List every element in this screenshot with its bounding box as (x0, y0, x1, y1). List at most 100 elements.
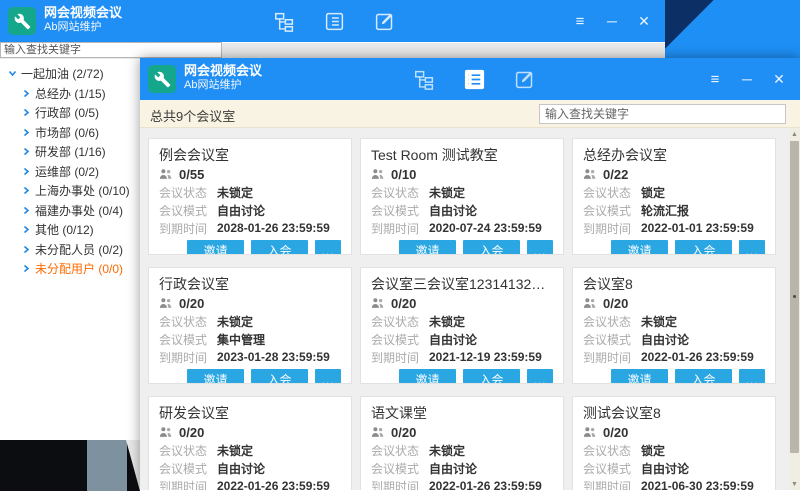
scrollbar-grip (793, 295, 796, 298)
tree-item-2[interactable]: 行政部 (0/5) (0, 103, 140, 123)
join-button[interactable]: 入会 (251, 369, 308, 384)
org-chart-icon[interactable] (272, 9, 296, 33)
more-button[interactable]: ... (315, 240, 341, 255)
minimize-icon[interactable]: ─ (601, 10, 623, 32)
tree-item-label: 研发部 (1/16) (35, 143, 106, 160)
status-value: 锁定 (641, 442, 665, 459)
org-chart-icon[interactable] (412, 67, 436, 91)
tree-item-3[interactable]: 市场部 (0/6) (0, 123, 140, 143)
tree-item-label: 总经办 (1/15) (35, 85, 106, 102)
menu-icon[interactable]: ≡ (569, 10, 591, 32)
invite-button[interactable]: 邀请 (399, 240, 456, 255)
join-button[interactable]: 入会 (463, 240, 520, 255)
wrench-icon (148, 65, 176, 93)
tree-item-0[interactable]: 一起加油 (2/72) (0, 64, 140, 84)
close-icon[interactable]: ✕ (633, 10, 655, 32)
status-label: 会议状态 (159, 442, 217, 459)
people-icon (371, 168, 385, 180)
chevron-right-icon[interactable] (19, 147, 33, 156)
more-button[interactable]: ... (527, 240, 553, 255)
close-icon[interactable]: ✕ (768, 68, 790, 90)
tree-item-label: 运维部 (0/2) (35, 163, 99, 180)
expires-value: 2023-01-28 23:59:59 (217, 350, 330, 364)
chevron-right-icon[interactable] (19, 108, 33, 117)
tree-item-8[interactable]: 其他 (0/12) (0, 220, 140, 240)
room-name: 会议室8 (583, 275, 765, 294)
background-titlebar: 网会视频会议 Ab网站维护 ≡ ─ ✕ (0, 0, 665, 42)
list-icon[interactable] (322, 9, 346, 33)
room-card: 语文课堂0/20会议状态未锁定会议模式自由讨论到期时间2022-01-26 23… (360, 396, 564, 490)
tree-item-9[interactable]: 未分配人员 (0/2) (0, 240, 140, 260)
status-value: 锁定 (641, 184, 665, 201)
meeting-titlebar: 网会视频会议 Ab网站维护 ≡ ─ ✕ (140, 58, 800, 100)
tree-item-label: 其他 (0/12) (35, 221, 94, 238)
more-button[interactable]: ... (527, 369, 553, 384)
edit-icon[interactable] (372, 9, 396, 33)
chevron-right-icon[interactable] (19, 225, 33, 234)
chevron-right-icon[interactable] (19, 89, 33, 98)
expires-label: 到期时间 (371, 478, 429, 491)
chevron-right-icon[interactable] (19, 186, 33, 195)
chevron-right-icon[interactable] (19, 128, 33, 137)
minimize-icon[interactable]: ─ (736, 68, 758, 90)
expires-value: 2021-06-30 23:59:59 (641, 479, 754, 490)
join-button[interactable]: 入会 (675, 369, 732, 384)
tree-item-5[interactable]: 运维部 (0/2) (0, 162, 140, 182)
join-button[interactable]: 入会 (251, 240, 308, 255)
mode-value: 自由讨论 (429, 331, 477, 348)
edit-icon[interactable] (512, 67, 536, 91)
expires-label: 到期时间 (371, 220, 429, 237)
wallpaper-navy-triangle (665, 0, 800, 58)
expires-label: 到期时间 (583, 220, 641, 237)
chevron-down-icon[interactable] (5, 69, 19, 78)
expires-value: 2028-01-26 23:59:59 (217, 221, 330, 235)
room-card: 会议室80/20会议状态未锁定会议模式自由讨论到期时间2022-01-26 23… (572, 267, 776, 384)
wallpaper-top-right (665, 0, 800, 58)
chevron-right-icon[interactable] (19, 264, 33, 273)
list-icon-active[interactable] (462, 67, 486, 91)
people-icon (159, 168, 173, 180)
rooms-content: 例会会议室0/55会议状态未锁定会议模式自由讨论到期时间2028-01-26 2… (140, 128, 800, 490)
mode-label: 会议模式 (159, 460, 217, 477)
scroll-up-icon[interactable]: ▲ (789, 128, 800, 140)
mode-value: 集中管理 (217, 331, 265, 348)
join-button[interactable]: 入会 (675, 240, 732, 255)
room-occupancy: 0/20 (179, 425, 204, 440)
invite-button[interactable]: 邀请 (611, 240, 668, 255)
vertical-scrollbar[interactable]: ▲ ▼ (789, 128, 800, 490)
invite-button[interactable]: 邀请 (399, 369, 456, 384)
more-button[interactable]: ... (315, 369, 341, 384)
chevron-right-icon[interactable] (19, 206, 33, 215)
invite-button[interactable]: 邀请 (611, 369, 668, 384)
tree-item-6[interactable]: 上海办事处 (0/10) (0, 181, 140, 201)
people-icon (583, 297, 597, 309)
status-label: 会议状态 (159, 313, 217, 330)
sidebar-search-input[interactable] (0, 42, 222, 58)
join-button[interactable]: 入会 (463, 369, 520, 384)
app-title: 网会视频会议 (184, 63, 262, 79)
people-icon (583, 426, 597, 438)
status-value: 未锁定 (429, 184, 465, 201)
wallpaper-light-triangle (126, 440, 140, 491)
chevron-right-icon[interactable] (19, 245, 33, 254)
chevron-right-icon[interactable] (19, 167, 33, 176)
status-label: 会议状态 (371, 313, 429, 330)
invite-button[interactable]: 邀请 (187, 240, 244, 255)
people-icon (159, 426, 173, 438)
expires-value: 2022-01-26 23:59:59 (217, 479, 330, 490)
scroll-down-icon[interactable]: ▼ (789, 478, 800, 490)
status-label: 会议状态 (583, 184, 641, 201)
room-occupancy: 0/20 (179, 296, 204, 311)
expires-label: 到期时间 (371, 349, 429, 366)
tree-item-4[interactable]: 研发部 (1/16) (0, 142, 140, 162)
invite-button[interactable]: 邀请 (187, 369, 244, 384)
tree-item-7[interactable]: 福建办事处 (0/4) (0, 201, 140, 221)
menu-icon[interactable]: ≡ (704, 68, 726, 90)
app-subtitle: Ab网站维护 (44, 21, 122, 35)
tree-item-10[interactable]: 未分配用户 (0/0) (0, 259, 140, 279)
scrollbar-thumb[interactable] (790, 141, 799, 453)
room-search-input[interactable] (539, 104, 786, 124)
more-button[interactable]: ... (739, 240, 765, 255)
tree-item-1[interactable]: 总经办 (1/15) (0, 84, 140, 104)
more-button[interactable]: ... (739, 369, 765, 384)
